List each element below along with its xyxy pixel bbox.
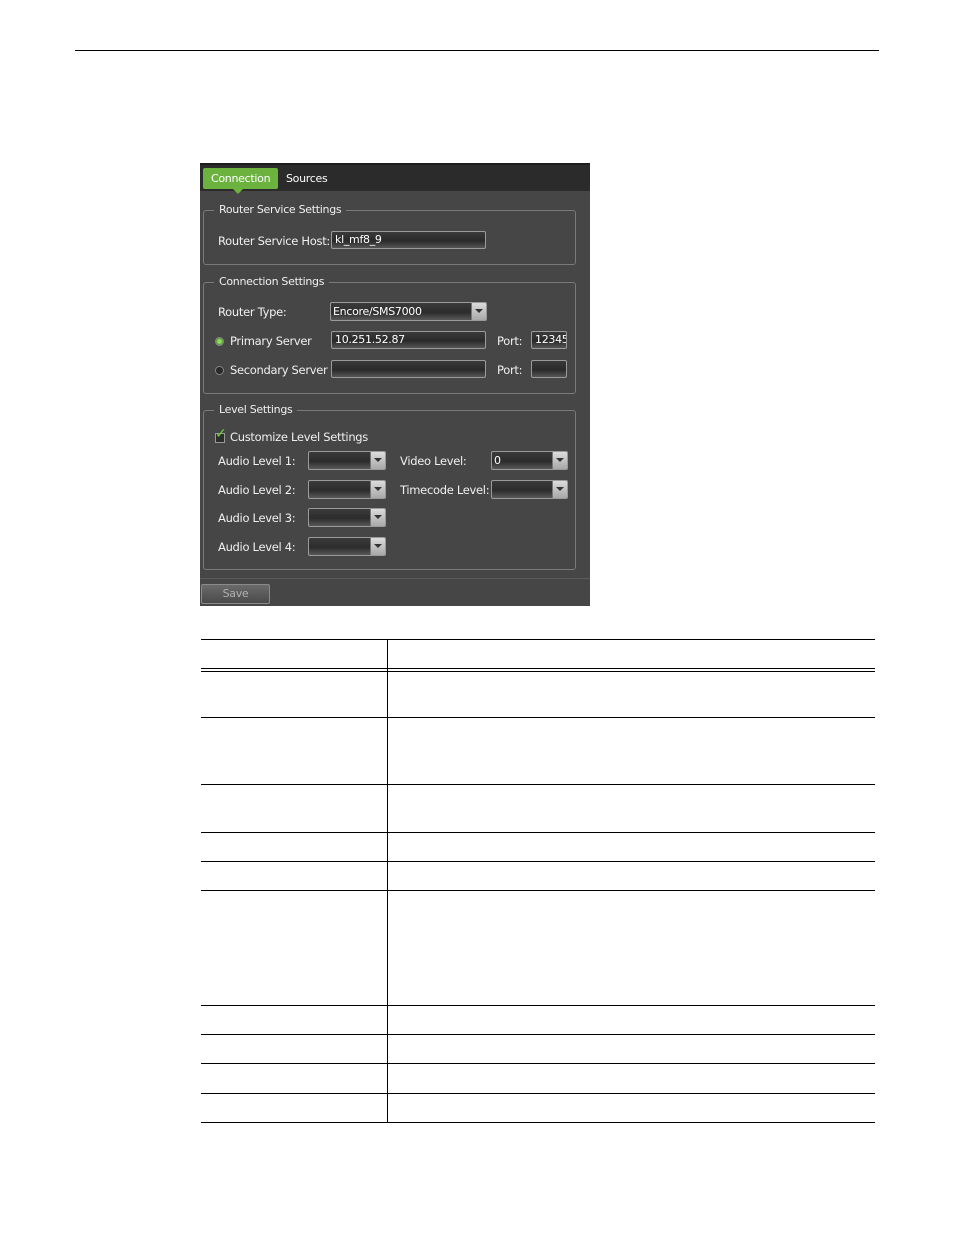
table-rule	[201, 668, 875, 669]
primary-port-label: Port:	[497, 334, 523, 348]
table-rule	[201, 1034, 875, 1035]
audio-level-3-label: Audio Level 3:	[218, 511, 296, 525]
tab-connection[interactable]: Connection	[203, 168, 279, 194]
audio-level-4-select[interactable]	[308, 537, 386, 556]
checkmark-icon: ✓	[215, 426, 227, 442]
audio-level-4-label: Audio Level 4:	[218, 540, 296, 554]
primary-port-input[interactable]: 12345	[531, 331, 567, 349]
chevron-down-icon[interactable]	[370, 452, 385, 469]
table-rule	[201, 1093, 875, 1094]
table-column-divider	[387, 639, 388, 1123]
chevron-down-icon[interactable]	[552, 481, 567, 498]
router-settings-panel: Connection Sources Router Service Settin…	[200, 163, 590, 606]
level-settings-legend: Level Settings	[214, 403, 298, 417]
audio-level-2-select[interactable]	[308, 480, 386, 499]
audio-level-1-select[interactable]	[308, 451, 386, 470]
table-rule	[201, 861, 875, 862]
router-service-host-label: Router Service Host:	[218, 234, 330, 248]
table-rule	[201, 671, 875, 672]
customize-level-label: Customize Level Settings	[230, 430, 368, 444]
table-rule	[201, 832, 875, 833]
chevron-down-icon[interactable]	[552, 452, 567, 469]
secondary-port-input[interactable]	[531, 360, 567, 378]
table-rule	[201, 717, 875, 718]
tab-sources[interactable]: Sources	[278, 168, 335, 189]
table-rule	[201, 1063, 875, 1064]
router-service-legend: Router Service Settings	[214, 203, 347, 217]
primary-server-input[interactable]: 10.251.52.87	[331, 331, 486, 349]
timecode-level-select[interactable]	[491, 480, 568, 499]
secondary-server-radio[interactable]	[215, 366, 224, 375]
video-level-select[interactable]: 0	[491, 451, 568, 470]
router-type-select[interactable]: Encore/SMS7000	[330, 302, 487, 321]
router-type-label: Router Type:	[218, 305, 287, 319]
table-rule	[201, 890, 875, 891]
chevron-down-icon[interactable]	[370, 481, 385, 498]
customize-level-checkbox[interactable]: ✓	[215, 427, 227, 443]
level-settings-group: Level Settings ✓ Customize Level Setting…	[203, 403, 576, 570]
audio-level-1-label: Audio Level 1:	[218, 454, 296, 468]
save-button[interactable]: Save	[201, 584, 270, 604]
video-level-value: 0	[494, 454, 501, 467]
chevron-down-icon[interactable]	[370, 509, 385, 526]
primary-server-radio[interactable]	[215, 337, 224, 346]
table-rule	[201, 1122, 875, 1123]
chevron-down-icon[interactable]	[471, 303, 486, 320]
tab-bar: Connection Sources	[200, 163, 590, 194]
chevron-down-icon[interactable]	[370, 538, 385, 555]
footer-divider	[200, 578, 590, 579]
router-service-host-input[interactable]: kl_mf8_9	[331, 231, 486, 249]
video-level-label: Video Level:	[400, 454, 467, 468]
timecode-level-label: Timecode Level:	[400, 483, 490, 497]
table-rule	[201, 1005, 875, 1006]
secondary-port-label: Port:	[497, 363, 523, 377]
connection-settings-group: Connection Settings Router Type: Encore/…	[203, 275, 576, 394]
audio-level-3-select[interactable]	[308, 508, 386, 527]
primary-server-label: Primary Server	[230, 334, 312, 348]
active-tab-indicator	[233, 189, 243, 194]
audio-level-2-label: Audio Level 2:	[218, 483, 296, 497]
secondary-server-input[interactable]	[331, 360, 486, 378]
router-service-group: Router Service Settings Router Service H…	[203, 203, 576, 265]
table-rule	[201, 639, 875, 640]
tab-sources-label: Sources	[286, 172, 328, 185]
secondary-server-label: Secondary Server	[230, 363, 328, 377]
connection-settings-legend: Connection Settings	[214, 275, 330, 289]
table-rule	[201, 784, 875, 785]
page-top-rule	[75, 50, 879, 51]
router-type-value: Encore/SMS7000	[333, 305, 422, 318]
tab-connection-label: Connection	[211, 172, 271, 185]
